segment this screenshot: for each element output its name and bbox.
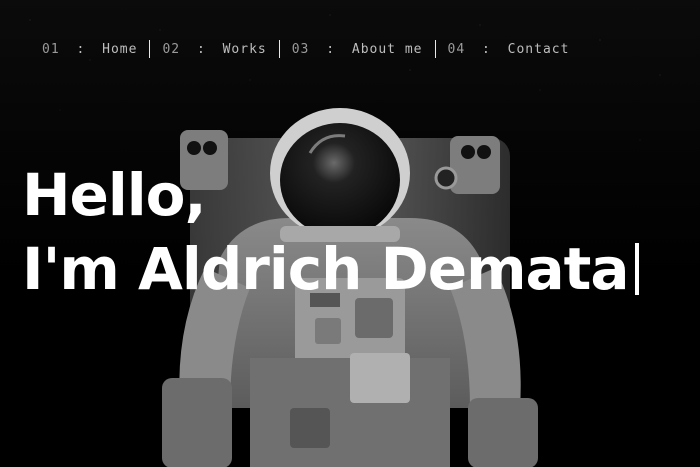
nav-item-label: Works [222,41,267,57]
nav-item-number: 03 [291,41,310,57]
typing-cursor [634,243,639,295]
hero-greeting: Hello, [22,161,207,229]
nav-item-home[interactable]: 01 : Home [30,42,149,57]
main-nav: 01 : Home 02 : Works 03 : About me 04 : … [30,40,581,58]
nav-item-separator: : [326,41,336,57]
nav-item-works[interactable]: 02 : Works [150,42,278,57]
nav-item-separator: : [76,41,86,57]
nav-item-separator: : [196,41,206,57]
nav-item-contact[interactable]: 04 : Contact [436,42,582,57]
hero-heading: Hello, I'm Aldrich Demata [22,158,639,306]
hero-name-line: I'm Aldrich Demata [22,232,639,306]
nav-item-about[interactable]: 03 : About me [280,42,435,57]
nav-item-label: Contact [507,41,570,57]
nav-item-label: About me [351,41,423,57]
hero-name: I'm Aldrich Demata [22,235,630,303]
nav-item-label: Home [102,41,138,57]
page: 01 : Home 02 : Works 03 : About me 04 : … [0,0,700,467]
nav-item-number: 04 [447,41,466,57]
nav-item-number: 01 [42,41,60,57]
nav-item-number: 02 [162,41,181,57]
nav-item-separator: : [481,41,491,57]
